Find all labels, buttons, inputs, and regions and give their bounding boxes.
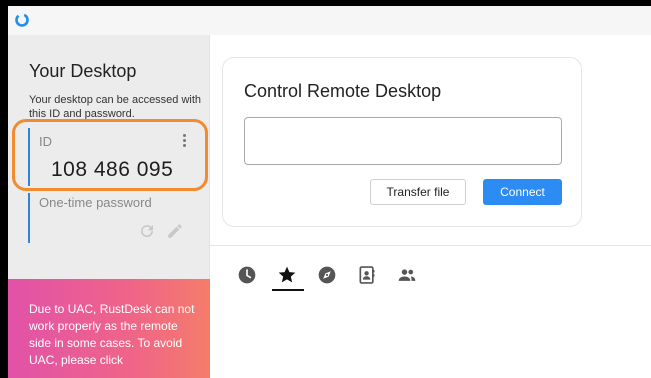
title-bar: [8, 6, 651, 35]
compass-icon: [318, 266, 336, 284]
tab-recent-sessions[interactable]: [230, 259, 264, 293]
rustdesk-window: Your Desktop Your desktop can be accesse…: [8, 6, 651, 378]
id-value[interactable]: 108 486 095: [51, 158, 173, 182]
password-section: One-time password: [28, 193, 198, 243]
id-section: ID 108 486 095: [28, 128, 198, 186]
refresh-icon[interactable]: [138, 222, 156, 240]
rustdesk-logo-icon: [15, 13, 29, 27]
tab-favorites[interactable]: [270, 259, 304, 293]
tab-group[interactable]: [390, 259, 424, 293]
edit-pencil-icon[interactable]: [166, 222, 184, 240]
divider: [210, 245, 651, 246]
main-panel: Control Remote Desktop Transfer file Con…: [210, 35, 651, 378]
clock-icon: [238, 266, 256, 284]
address-book-icon: [359, 266, 375, 284]
star-icon: [278, 266, 296, 283]
your-desktop-title: Your Desktop: [29, 61, 137, 81]
control-remote-card: Control Remote Desktop Transfer file Con…: [222, 57, 582, 227]
more-options-icon[interactable]: [180, 134, 188, 150]
connect-button[interactable]: Connect: [483, 179, 562, 205]
sidebar: Your Desktop Your desktop can be accesse…: [8, 35, 210, 378]
tab-address-book[interactable]: [350, 259, 384, 293]
remote-id-input[interactable]: [244, 117, 562, 165]
id-label: ID: [39, 134, 52, 149]
uac-warning-text: Due to UAC, RustDesk can not work proper…: [29, 302, 195, 367]
password-label: One-time password: [39, 195, 152, 210]
your-desktop-description: Your desktop can be accessed with this I…: [29, 94, 202, 119]
group-icon: [398, 269, 416, 281]
uac-warning-panel[interactable]: Due to UAC, RustDesk can not work proper…: [8, 279, 210, 378]
tab-discovered[interactable]: [310, 259, 344, 293]
transfer-file-button[interactable]: Transfer file: [370, 179, 466, 205]
control-remote-title: Control Remote Desktop: [244, 81, 442, 101]
